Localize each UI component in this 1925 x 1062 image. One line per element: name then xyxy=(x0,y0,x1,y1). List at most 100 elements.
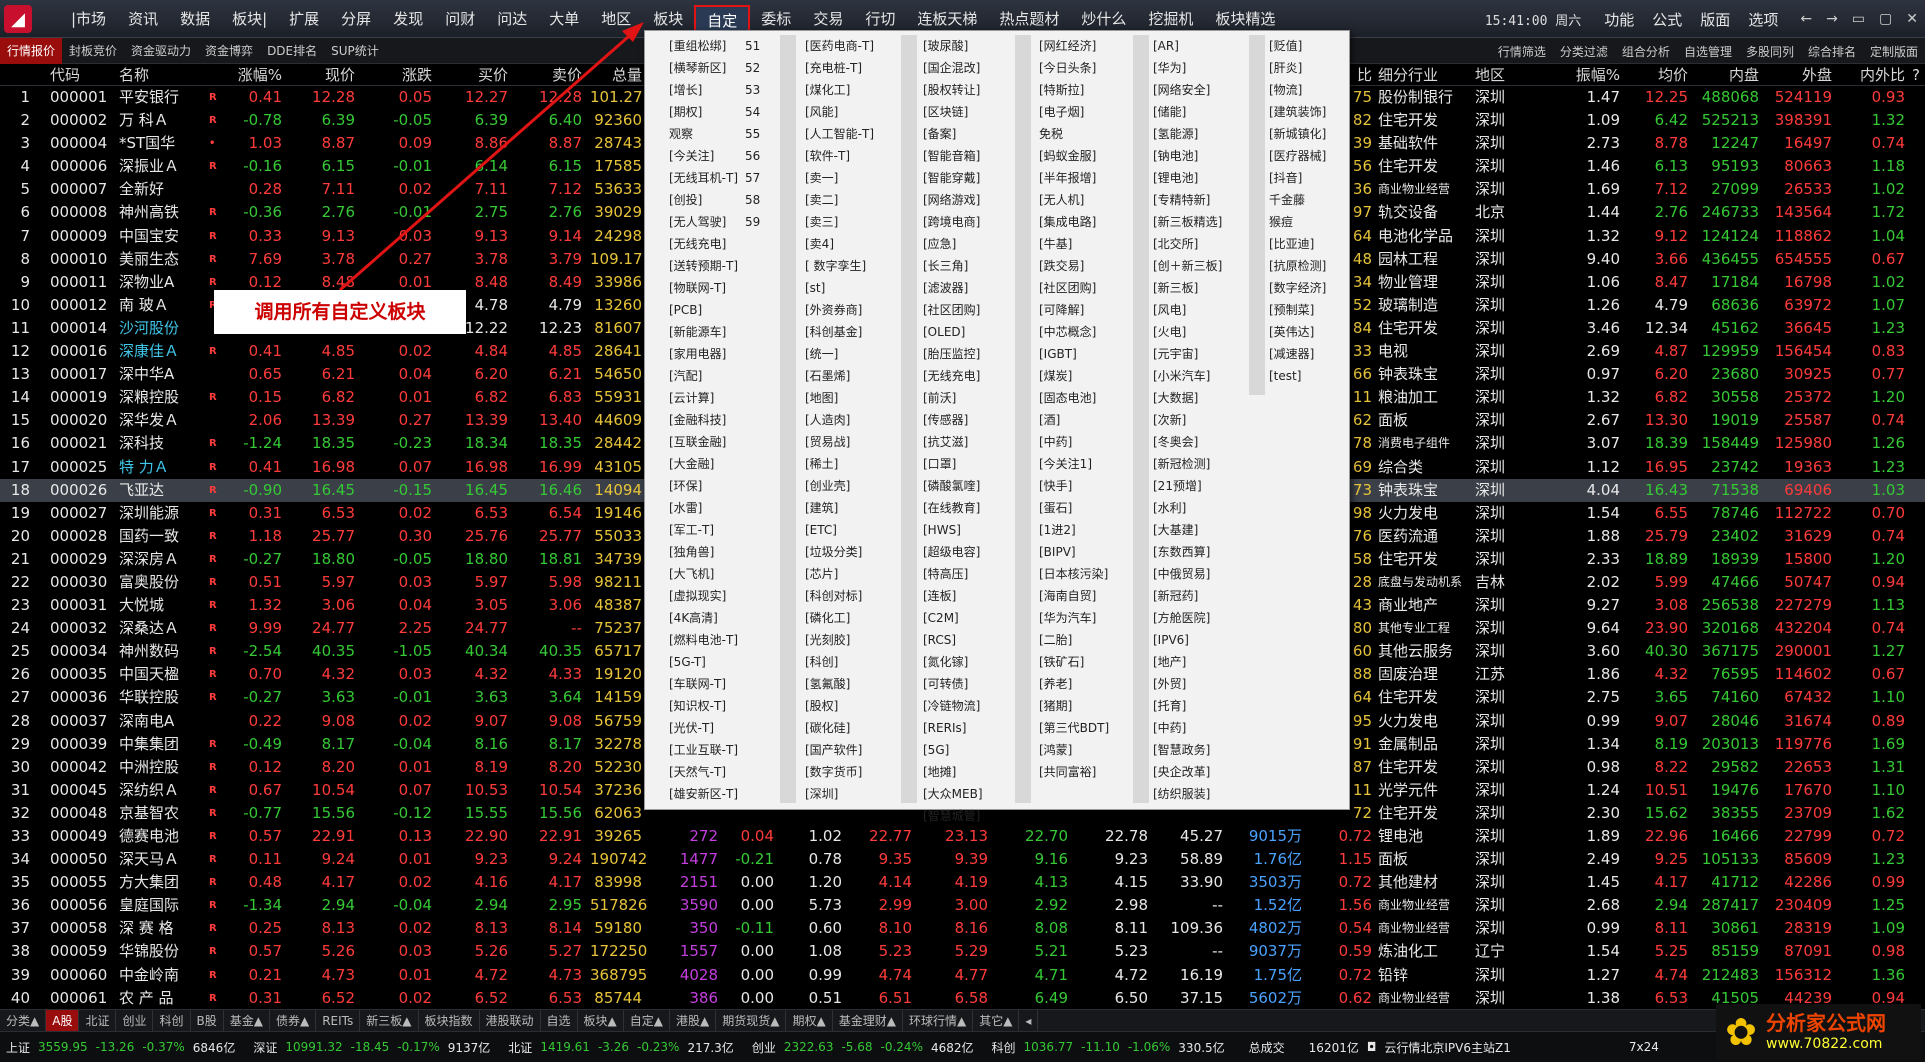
dropdown-item[interactable]: [猪期] xyxy=(1039,695,1109,717)
close-icon[interactable]: ✕ xyxy=(1899,11,1925,27)
bottom-tab[interactable]: 港股▲ xyxy=(670,1009,717,1032)
dropdown-item[interactable]: [互联金融] xyxy=(669,431,738,453)
dropdown-item[interactable]: [虚拟现实] xyxy=(669,585,738,607)
nav-item[interactable]: 发现 xyxy=(382,5,434,33)
dropdown-item[interactable]: [抗原检测] xyxy=(1269,255,1326,277)
bottom-tab[interactable]: B股 xyxy=(191,1009,224,1032)
dropdown-item[interactable]: [今关注1] xyxy=(1039,453,1109,475)
dropdown-item[interactable]: [前沃] xyxy=(923,387,983,409)
sub-tab[interactable]: 资金博弈 xyxy=(198,38,260,64)
dropdown-item[interactable]: [比亚迪] xyxy=(1269,233,1326,255)
dropdown-item[interactable]: [英伟达] xyxy=(1269,321,1326,343)
bottom-tab[interactable]: 新三板▲ xyxy=(360,1009,419,1032)
dropdown-item[interactable]: [股权] xyxy=(805,695,874,717)
bottom-tab[interactable]: 其它▲ xyxy=(973,1009,1020,1032)
dropdown-item[interactable]: [地图] xyxy=(805,387,874,409)
dropdown-item[interactable]: [海南自贸] xyxy=(1039,585,1109,607)
app-logo-icon[interactable]: ◢ xyxy=(4,5,32,33)
dropdown-scrollbar[interactable] xyxy=(1015,35,1031,803)
restore-icon[interactable]: ▭ xyxy=(1845,11,1872,27)
dropdown-item[interactable]: [知识权-T] xyxy=(669,695,738,717)
dropdown-item[interactable]: [养老] xyxy=(1039,673,1109,695)
dropdown-item[interactable]: [智慧政务] xyxy=(1153,739,1222,761)
dropdown-item-number[interactable]: 58 xyxy=(745,189,760,211)
nav-item[interactable]: 问财 xyxy=(434,5,486,33)
dropdown-item[interactable]: [新三板精选] xyxy=(1153,211,1222,233)
server-icon[interactable]: ◘ xyxy=(1367,1040,1377,1054)
dropdown-item[interactable]: [4K高清] xyxy=(669,607,738,629)
dropdown-item[interactable]: [网络安全] xyxy=(1153,79,1222,101)
dropdown-item[interactable]: [氮化镓] xyxy=(923,651,983,673)
col-amp-header[interactable]: 振幅% xyxy=(1560,64,1620,86)
nav-item[interactable]: 板块 xyxy=(642,5,694,33)
dropdown-item[interactable]: [C2M] xyxy=(923,607,983,629)
dropdown-item-number[interactable]: 55 xyxy=(745,123,760,145)
bottom-tab[interactable]: 创业 xyxy=(116,1009,154,1032)
col-pct-header[interactable]: 涨幅% xyxy=(222,64,282,86)
bottom-tab[interactable]: 分类▲ xyxy=(0,1009,47,1032)
nav-item[interactable]: 行切 xyxy=(854,5,906,33)
nav-item[interactable]: 板块| xyxy=(221,5,278,33)
dropdown-item[interactable]: [中俄贸易] xyxy=(1153,563,1222,585)
dropdown-item[interactable]: [建筑] xyxy=(805,497,874,519)
col-avg-header[interactable]: 均价 xyxy=(1642,64,1688,86)
bottom-tab[interactable]: REITs xyxy=(316,1009,361,1032)
nav-item[interactable]: 资讯 xyxy=(117,5,169,33)
dropdown-item[interactable]: [预制菜] xyxy=(1269,299,1326,321)
dropdown-item[interactable]: [智慧城管] xyxy=(923,805,983,827)
dropdown-item[interactable]: [中药] xyxy=(1153,717,1222,739)
dropdown-scrollbar[interactable] xyxy=(1133,35,1149,803)
dropdown-item[interactable]: [专精特新] xyxy=(1153,189,1222,211)
dropdown-item[interactable]: [锂电池] xyxy=(1153,167,1222,189)
dropdown-item[interactable]: [第三代BDT] xyxy=(1039,717,1109,739)
dropdown-item[interactable]: [BIPV] xyxy=(1039,541,1109,563)
table-row[interactable]: 34 000050 深天马Ａ R 0.11 9.24 0.01 9.23 9.24 190742 1… xyxy=(0,848,1925,871)
sub-tab[interactable]: DDE排名 xyxy=(260,38,324,64)
topright-item[interactable]: 版面 xyxy=(1691,9,1739,30)
dropdown-item[interactable]: [卖一] xyxy=(805,167,874,189)
bottom-tab[interactable]: A股 xyxy=(46,1009,80,1032)
maximize-icon[interactable]: ▢ xyxy=(1872,11,1899,27)
dropdown-item-number[interactable]: 54 xyxy=(745,101,760,123)
dropdown-item[interactable]: [日本核污染] xyxy=(1039,563,1109,585)
col-ask-header[interactable]: 卖价 xyxy=(534,64,582,86)
dropdown-item[interactable]: [深圳] xyxy=(805,783,874,805)
dropdown-item[interactable]: [st] xyxy=(805,277,874,299)
dropdown-item[interactable]: [创＋新三板] xyxy=(1153,255,1222,277)
dropdown-item[interactable]: [横琴新区] xyxy=(669,57,738,79)
bottom-tab[interactable]: 板块指数 xyxy=(419,1009,480,1032)
dropdown-item[interactable]: [地产] xyxy=(1153,651,1222,673)
dropdown-item[interactable]: [IPV6] xyxy=(1153,629,1222,651)
topright-item[interactable]: 公式 xyxy=(1643,9,1691,30)
nav-item[interactable]: 委标 xyxy=(750,5,802,33)
dropdown-item[interactable]: [5G-T] xyxy=(669,651,738,673)
table-row[interactable]: 40 000061 农 产 品 R 0.31 6.52 0.02 6.52 6.53 85744 0… xyxy=(0,987,1925,1010)
dropdown-item[interactable]: [抗艾滋] xyxy=(923,431,983,453)
dropdown-item[interactable]: [芯片] xyxy=(805,563,874,585)
dropdown-item[interactable]: [RCS] xyxy=(923,629,983,651)
dropdown-item[interactable]: [减速器] xyxy=(1269,343,1326,365)
dropdown-item[interactable]: [国产软件] xyxy=(805,739,874,761)
dropdown-item[interactable]: [燃料电池-T] xyxy=(669,629,738,651)
table-row[interactable]: 38 000059 华锦股份 R 0.57 5.26 0.03 5.26 5.27 172250 0… xyxy=(0,940,1925,963)
dropdown-item-number[interactable]: 51 xyxy=(745,35,760,57)
dropdown-item[interactable]: [风能] xyxy=(805,101,874,123)
dropdown-item[interactable]: [卖4] xyxy=(805,233,874,255)
dropdown-item[interactable]: [水雷] xyxy=(669,497,738,519)
dropdown-item[interactable]: [天然气-T] xyxy=(669,761,738,783)
nav-item[interactable]: 大单 xyxy=(538,5,590,33)
col-outer-header[interactable]: 外盘 xyxy=(1792,64,1832,86)
dropdown-item[interactable]: [特高压] xyxy=(923,563,983,585)
dropdown-item[interactable]: [氢氟酸] xyxy=(805,673,874,695)
bottom-tab[interactable]: 自定▲ xyxy=(624,1009,671,1032)
dropdown-item[interactable]: [集成电路] xyxy=(1039,211,1109,233)
dropdown-item[interactable]: [固态电池] xyxy=(1039,387,1109,409)
dropdown-item[interactable]: [创投] xyxy=(669,189,738,211)
dropdown-item[interactable]: [送转预期-T] xyxy=(669,255,738,277)
sub-tab[interactable]: 资金驱动力 xyxy=(124,38,198,64)
dropdown-item[interactable]: [网络游戏] xyxy=(923,189,983,211)
dropdown-item[interactable]: [科创] xyxy=(805,651,874,673)
dropdown-item[interactable]: [应急] xyxy=(923,233,983,255)
dropdown-item[interactable]: [特斯拉] xyxy=(1039,79,1109,101)
dropdown-item[interactable]: [物联网-T] xyxy=(669,277,738,299)
